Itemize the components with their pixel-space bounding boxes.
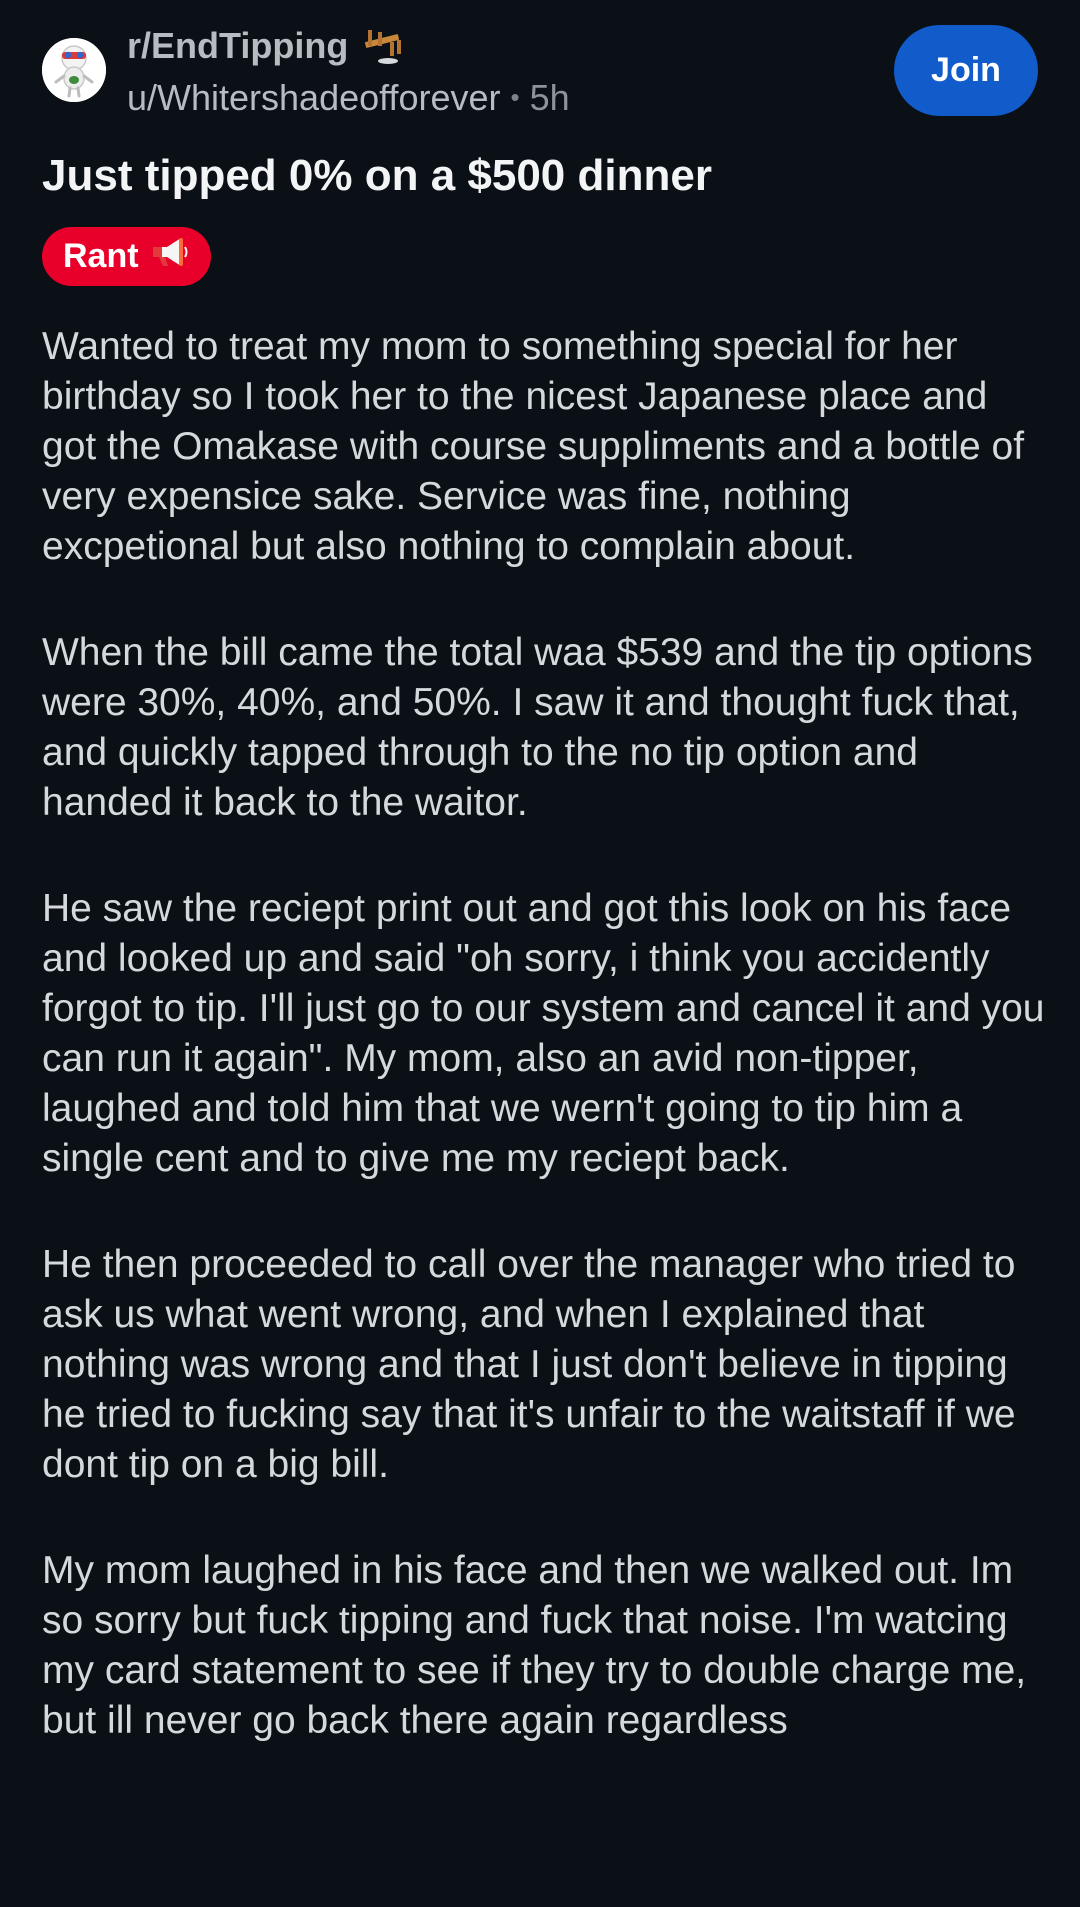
meta-separator: • xyxy=(510,82,520,112)
post-title[interactable]: Just tipped 0% on a $500 dinner xyxy=(42,148,1038,204)
post-meta: u/Whitershadeofforever • 5h xyxy=(127,76,570,119)
post-age: 5h xyxy=(529,77,570,118)
body-paragraph: My mom laughed in his face and then we w… xyxy=(42,1549,1027,1742)
table-flip-icon xyxy=(359,28,409,68)
subreddit-name[interactable]: r/EndTipping xyxy=(127,26,348,66)
join-button[interactable]: Join xyxy=(894,25,1038,116)
post-page: r/EndTipping u/Whitershadeofforever • 5h J… xyxy=(0,0,1080,1907)
body-paragraph: He then proceeded to call over the manag… xyxy=(42,1243,1016,1486)
post-body: Wanted to treat my mom to something spec… xyxy=(42,322,1052,1802)
body-paragraph: Wanted to treat my mom to something spec… xyxy=(42,325,1025,568)
subreddit-avatar[interactable] xyxy=(42,38,106,102)
snoo-avatar-icon xyxy=(42,38,106,102)
body-paragraph: He saw the reciept print out and got thi… xyxy=(42,887,1045,1180)
post-header: r/EndTipping u/Whitershadeofforever • 5h J… xyxy=(42,22,1038,122)
author-name[interactable]: u/Whitershadeofforever xyxy=(127,77,501,118)
body-paragraph: When the bill came the total waa $539 an… xyxy=(42,631,1033,824)
post-flair[interactable]: Rant xyxy=(42,227,211,286)
megaphone-icon xyxy=(149,235,189,278)
flair-label: Rant xyxy=(63,237,139,275)
